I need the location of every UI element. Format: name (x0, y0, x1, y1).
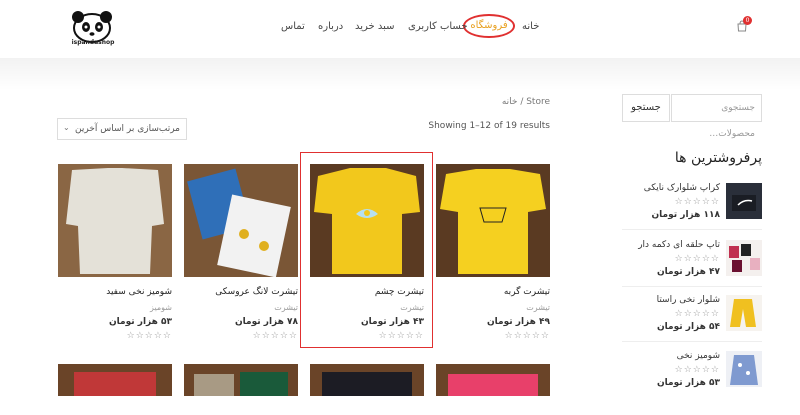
rating-stars: ☆☆☆☆☆ (674, 309, 720, 319)
breadcrumb[interactable]: خانه / Store (470, 97, 550, 107)
product-image[interactable] (436, 364, 550, 396)
rating-stars: ☆☆☆☆☆ (674, 197, 720, 207)
product-thumbnail[interactable] (726, 183, 762, 219)
results-count: Showing 1–12 of 19 results (428, 121, 550, 131)
top-navigation-bar (0, 0, 800, 58)
best-seller-item[interactable]: شلوار نخی راستا ☆☆☆☆☆ ۵۴ هزار تومان (622, 295, 762, 359)
rating-stars: ☆☆☆☆☆ (126, 331, 172, 341)
product-category[interactable]: تیشرت (526, 303, 550, 312)
nav-account[interactable]: حساب کاربری (408, 21, 468, 32)
rating-stars: ☆☆☆☆☆ (674, 254, 720, 264)
product-image[interactable] (184, 164, 298, 277)
product-price: ۵۳ هزار تومان (108, 317, 172, 327)
product-name[interactable]: تیشرت لانگ عروسکی (215, 287, 298, 297)
product-image[interactable] (310, 364, 424, 396)
best-sellers-title: پرفروشترین ها (674, 150, 762, 166)
product-image[interactable] (184, 364, 298, 396)
nav-cart[interactable]: سبد خرید (355, 21, 395, 32)
best-seller-name[interactable]: کراپ شلوارک نایکی (644, 183, 720, 193)
divider (622, 341, 762, 342)
product-category[interactable]: تیشرت (274, 303, 298, 312)
best-seller-name[interactable]: تاپ حلقه ای دکمه دار (638, 240, 720, 250)
best-seller-price: ۴۷ هزار تومان (656, 267, 720, 277)
product-image[interactable] (436, 164, 550, 277)
product-price: ۷۸ هزار تومان (234, 317, 298, 327)
logo-text: ispandashop (71, 39, 115, 46)
best-seller-price: ۱۱۸ هزار تومان (651, 210, 720, 220)
product-thumbnail[interactable] (726, 295, 762, 331)
best-seller-item[interactable]: شومیز نخی ☆☆☆☆☆ ۵۳ هزار تومان (622, 351, 762, 415)
product-image[interactable] (58, 364, 172, 396)
nav-about[interactable]: درباره (318, 21, 343, 32)
divider (622, 229, 762, 230)
chevron-down-icon[interactable]: ⌄ (63, 123, 70, 132)
rating-stars: ☆☆☆☆☆ (252, 331, 298, 341)
best-seller-price: ۵۴ هزار تومان (656, 322, 720, 332)
rating-stars: ☆☆☆☆☆ (504, 331, 550, 341)
rating-stars: ☆☆☆☆☆ (674, 365, 720, 375)
highlighted-product-outline (300, 152, 433, 348)
product-name[interactable]: شومیز نخی سفید (106, 287, 172, 297)
nav-home[interactable]: خانه (522, 21, 539, 32)
nav-contact[interactable]: تماس (281, 21, 305, 32)
cart-count-badge: 0 (743, 16, 752, 25)
product-thumbnail[interactable] (726, 351, 762, 387)
best-seller-name[interactable]: شلوار نخی راستا (657, 295, 720, 305)
divider (622, 286, 762, 287)
search-button[interactable]: جستجو (622, 94, 670, 122)
product-name[interactable]: تیشرت گربه (504, 287, 550, 297)
product-image[interactable] (58, 164, 172, 277)
product-thumbnail[interactable] (726, 240, 762, 276)
best-seller-item[interactable]: کراپ شلوارک نایکی ☆☆☆☆☆ ۱۱۸ هزار تومان (622, 183, 762, 247)
nav-shop-active[interactable]: فروشگاه (463, 14, 515, 38)
best-seller-name[interactable]: شومیز نخی (677, 351, 720, 361)
sort-select[interactable]: مرتب‌سازی بر اساس آخرین (57, 118, 187, 140)
header-shadow-band (0, 58, 800, 90)
product-category[interactable]: شومیز (150, 303, 172, 312)
best-seller-price: ۵۳ هزار تومان (656, 378, 720, 388)
product-search-input[interactable]: جستجوی محصولات… (671, 94, 762, 139)
product-price: ۴۹ هزار تومان (486, 317, 550, 327)
